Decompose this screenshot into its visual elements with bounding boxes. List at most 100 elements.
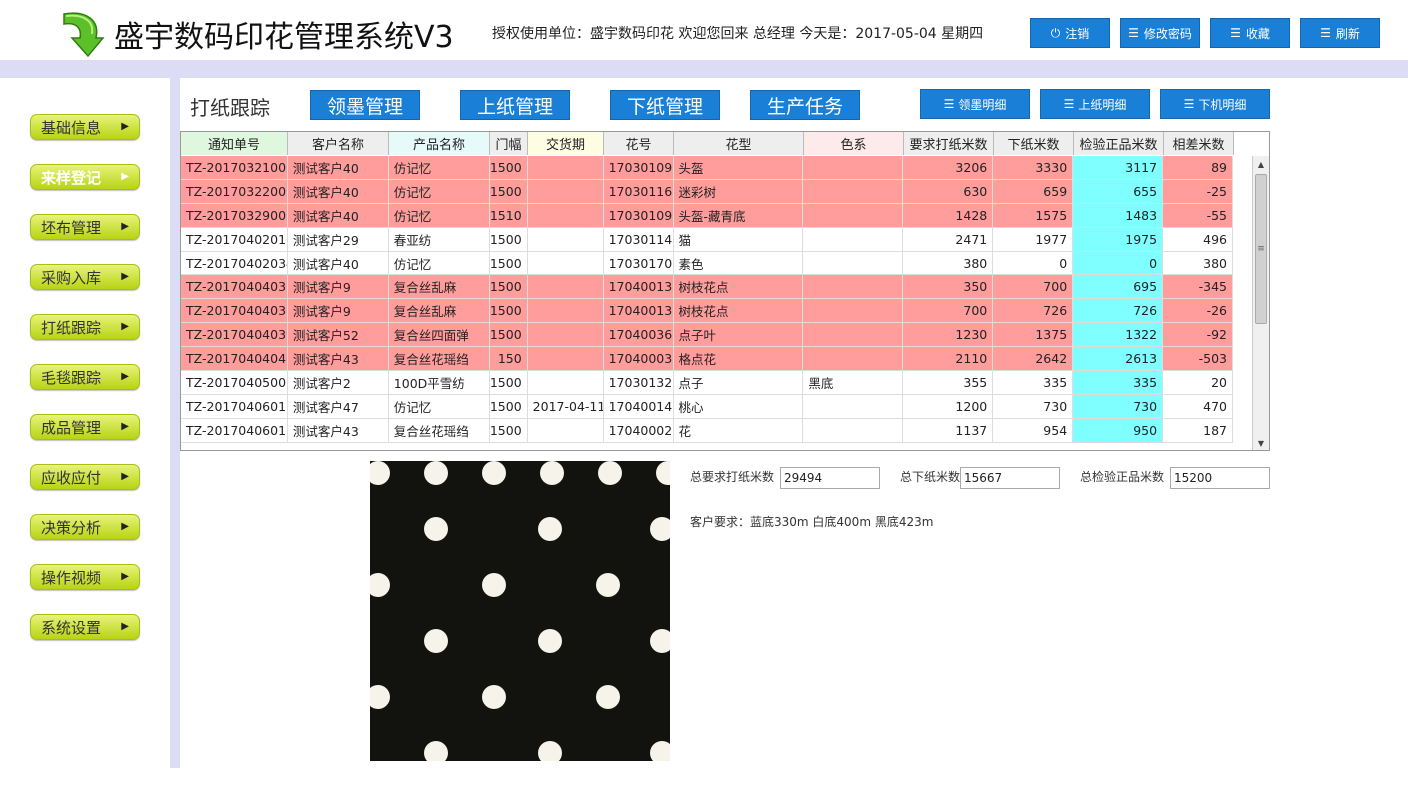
machine-unloading-detail-button[interactable]: ☰ 下机明细 (1160, 89, 1270, 119)
scroll-thumb[interactable]: ≡ (1255, 174, 1267, 324)
sidebar-divider (170, 78, 180, 768)
customer-requirement-text: 客户要求：蓝底330m 白底400m 黑底423m (690, 515, 934, 529)
column-header[interactable]: 门幅 (490, 132, 528, 155)
column-header[interactable]: 产品名称 (389, 132, 490, 155)
total-inspected-label: 总检验正品米数 (1080, 470, 1165, 484)
table-cell: 测试客户40 (287, 179, 389, 203)
table-cell: 春亚纺 (389, 227, 490, 251)
table-cell: 测试客户29 (288, 227, 389, 251)
pattern-preview-image (370, 461, 670, 761)
table-row[interactable]: TZ-20170321002 测试客户40 仿记忆 1500 17030109 头盔 320… (181, 156, 1234, 180)
paper-loading-detail-button[interactable]: ☰ 上纸明细 (1040, 89, 1150, 119)
column-header[interactable]: 要求打纸米数 (904, 132, 994, 155)
table-cell: 黑底 (803, 371, 904, 394)
column-header[interactable]: 下纸米数 (994, 132, 1074, 155)
polka-dot-pattern (370, 461, 670, 761)
column-header[interactable]: 色系 (804, 132, 904, 155)
table-cell (803, 418, 904, 442)
table-cell: 1500 (490, 394, 528, 418)
machine-unloading-detail-label: 下机明细 (1198, 97, 1247, 112)
table-cell: 3330 (993, 156, 1074, 179)
table-cell (528, 371, 604, 394)
total-down-field[interactable]: 15667 (960, 467, 1060, 489)
change-password-button[interactable]: ☰ 修改密码 (1120, 18, 1200, 48)
table-cell: 1428 (903, 203, 994, 227)
table-cell: -503 (1163, 347, 1234, 371)
sidebar-item-finished-goods[interactable]: 成品管理 ▶ (30, 414, 140, 440)
table-cell: 1322 (1073, 323, 1164, 347)
table-cell (527, 179, 604, 203)
column-header[interactable]: 花号 (604, 132, 674, 155)
table-cell (803, 323, 904, 347)
tab-production-task[interactable]: 生产任务 (750, 90, 860, 120)
table-cell (803, 203, 904, 227)
table-cell (803, 275, 904, 299)
table-cell (803, 227, 904, 251)
table-row[interactable]: TZ-20170329005 测试客户40 仿记忆 1510 17030109 头盔-藏青… (181, 203, 1234, 228)
table-cell (527, 156, 604, 179)
table-cell: TZ-20170406011 (181, 394, 288, 418)
tab-ink-management[interactable]: 领墨管理 (310, 90, 420, 120)
ink-detail-button[interactable]: ☰ 领墨明细 (920, 89, 1030, 119)
column-header[interactable]: 客户名称 (288, 132, 389, 155)
table-row[interactable]: TZ-20170402034 测试客户40 仿记忆 1500 17030170 素色 380… (181, 251, 1234, 276)
table-row[interactable]: TZ-20170322001 测试客户40 仿记忆 1500 17030116 迷彩树 63… (181, 179, 1234, 204)
table-row[interactable]: TZ-20170404037 测试客户9 复合丝乱麻 1500 17040013 树枝花点… (181, 275, 1234, 300)
column-header[interactable]: 交货期 (528, 132, 604, 155)
sidebar-item-basic-info[interactable]: 基础信息 ▶ (30, 114, 140, 140)
page-title: 打纸跟踪 (190, 96, 270, 120)
sidebar-item-tutorial-videos[interactable]: 操作视频 ▶ (30, 564, 140, 590)
table-cell: 700 (993, 275, 1074, 299)
table-row[interactable]: TZ-20170404040 测试客户43 复合丝花瑶绉 150 17040003 格点花… (181, 347, 1234, 372)
table-cell: 1375 (993, 323, 1074, 347)
column-header[interactable]: 通知单号 (181, 132, 288, 155)
table-cell: 头盔-藏青底 (673, 203, 804, 227)
table-cell: 3117 (1073, 156, 1164, 179)
sidebar-item-purchase-inbound[interactable]: 采购入库 ▶ (30, 264, 140, 290)
favorite-button[interactable]: ☰ 收藏 (1210, 18, 1290, 48)
table-cell: 187 (1163, 418, 1234, 442)
table-row[interactable]: TZ-20170404038 测试客户9 复合丝乱麻 1500 17040013 树枝花点… (181, 299, 1234, 324)
tab-paper-unloading[interactable]: 下纸管理 (610, 90, 720, 120)
sidebar-item-system-settings[interactable]: 系统设置 ▶ (30, 614, 140, 640)
triangle-right-icon: ▶ (121, 521, 129, 532)
triangle-right-icon: ▶ (121, 271, 129, 282)
scroll-up-icon[interactable]: ▲ (1253, 156, 1269, 172)
sidebar-item-greige-management[interactable]: 坯布管理 ▶ (30, 214, 140, 240)
table-cell: 1500 (490, 418, 528, 442)
scroll-down-icon[interactable]: ▼ (1253, 435, 1269, 450)
table-cell: 树枝花点 (673, 299, 804, 323)
table-row[interactable]: TZ-20170405005 测试客户2 100D平雪纺 1500 17030132 点子… (181, 371, 1234, 395)
table-cell: 桃心 (674, 394, 804, 418)
column-header[interactable]: 相差米数 (1164, 132, 1234, 155)
table-cell: 2110 (903, 347, 994, 371)
sidebar-item-sample-registration[interactable]: 来样登记 ▶ (30, 164, 140, 190)
tracking-table[interactable]: 通知单号 客户名称 产品名称 门幅 交货期 花号 花型 色系 要求打纸米数 下纸米数 检验正品米数相… (180, 131, 1270, 451)
refresh-button[interactable]: ☰ 刷新 (1300, 18, 1380, 48)
table-cell: 1500 (489, 156, 528, 179)
table-cell: 测试客户40 (288, 251, 389, 275)
logout-label: 注销 (1065, 26, 1090, 41)
triangle-right-icon: ▶ (121, 221, 129, 232)
triangle-right-icon: ▶ (121, 371, 129, 382)
total-required-field[interactable]: 29494 (780, 467, 880, 489)
table-row[interactable]: TZ-20170406015 测试客户43 复合丝花瑶绉 1500 17040002 花 1… (181, 418, 1234, 443)
total-inspected-field[interactable]: 15200 (1170, 467, 1270, 489)
table-row[interactable]: TZ-20170402016 测试客户29 春亚纺 1500 17030114 猫 2471… (181, 227, 1234, 252)
sidebar-item-paper-tracking[interactable]: 打纸跟踪 ▶ (30, 314, 140, 340)
sidebar-item-receivables-payables[interactable]: 应收应付 ▶ (30, 464, 140, 490)
ink-detail-label: 领墨明细 (958, 97, 1007, 112)
sidebar-item-decision-analysis[interactable]: 决策分析 ▶ (30, 514, 140, 540)
table-row[interactable]: TZ-20170406011 测试客户47 仿记忆 1500 2017-04-11 170… (181, 394, 1234, 419)
column-header[interactable]: 检验正品米数 (1074, 132, 1164, 155)
tab-paper-loading[interactable]: 上纸管理 (460, 90, 570, 120)
table-cell: 1500 (490, 371, 528, 394)
table-cell: 1575 (993, 203, 1074, 227)
sidebar-item-blanket-tracking[interactable]: 毛毯跟踪 ▶ (30, 364, 140, 390)
logout-button[interactable]: ⏻ 注销 (1030, 18, 1110, 48)
triangle-right-icon: ▶ (121, 621, 129, 632)
table-row[interactable]: TZ-20170404039 测试客户52 复合丝四面弹 1500 17040036 点子… (181, 323, 1234, 348)
table-scrollbar[interactable]: ▲ ≡ ▼ (1252, 156, 1269, 450)
power-icon: ⏻ (1050, 25, 1061, 40)
column-header[interactable]: 花型 (674, 132, 804, 155)
